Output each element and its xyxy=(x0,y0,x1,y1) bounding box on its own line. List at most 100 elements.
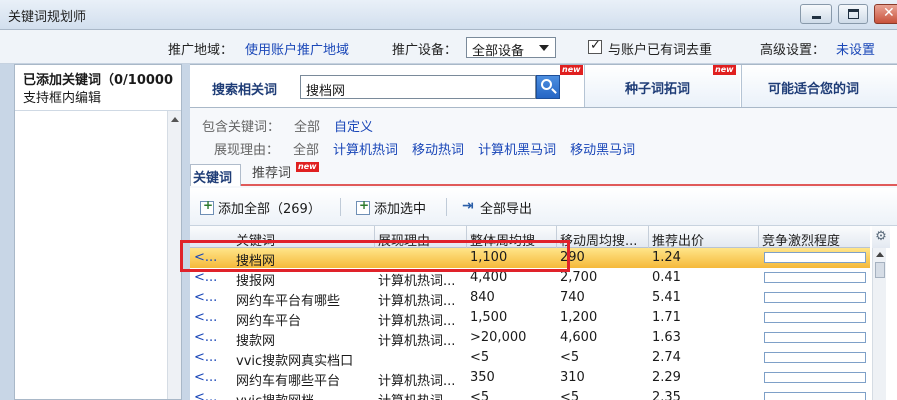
total-weekly-cell: 840 xyxy=(470,290,495,305)
device-select[interactable]: 全部设备 xyxy=(466,37,556,59)
keyword-cell: 网约车平台 xyxy=(236,314,302,329)
search-button[interactable] xyxy=(536,75,560,99)
column-divider[interactable] xyxy=(648,226,649,248)
table-scrollbar[interactable] xyxy=(872,248,886,400)
reason-pc-hot[interactable]: 计算机热词 xyxy=(333,143,398,158)
scroll-up-icon[interactable] xyxy=(171,117,179,122)
col-suggested-bid[interactable]: 推荐出价 xyxy=(652,230,704,249)
left-scrollbar[interactable] xyxy=(167,111,181,399)
add-back-link[interactable]: <... xyxy=(194,270,228,285)
tab-search-related[interactable]: 搜索相关词 xyxy=(212,79,277,98)
table-row[interactable]: <... 搜款网 计算机热词... >20,000 4,600 1.63 xyxy=(190,328,870,349)
col-keyword[interactable]: 关键词 xyxy=(236,230,275,249)
table-row[interactable]: <... 搜档网 1,100 290 1.24 xyxy=(190,248,870,269)
maximize-button[interactable] xyxy=(838,4,868,24)
region-link[interactable]: 使用账户推广地域 xyxy=(245,39,349,58)
search-row: 搜索相关词 搜档网 new 种子词拓词 new 可能适合您的词 xyxy=(190,64,897,108)
added-keywords-header: 已添加关键词（0/10000 xyxy=(23,73,174,88)
scroll-thumb[interactable] xyxy=(875,262,885,278)
add-back-link[interactable]: <... xyxy=(194,250,228,265)
mobile-weekly-cell: 1,200 xyxy=(560,310,598,325)
added-keywords-hint: 支持框内编辑 xyxy=(23,91,102,106)
total-weekly-cell: <5 xyxy=(470,350,490,365)
include-custom[interactable]: 自定义 xyxy=(334,120,373,135)
add-back-link[interactable]: <... xyxy=(194,290,228,305)
tab-recommended[interactable]: 推荐词 xyxy=(252,162,291,181)
column-divider[interactable] xyxy=(758,226,759,248)
competition-bar xyxy=(764,332,866,343)
competition-bar xyxy=(764,252,866,263)
add-back-link[interactable]: <... xyxy=(194,390,228,400)
keyword-cell: vvic搜款网档 xyxy=(236,390,374,400)
chevron-down-icon xyxy=(539,45,549,51)
close-icon: ✕ xyxy=(883,5,895,21)
reason-pc-darkhorse[interactable]: 计算机黑马词 xyxy=(478,143,556,158)
add-icon xyxy=(200,198,214,215)
add-back-link[interactable]: <... xyxy=(194,370,228,385)
competition-bar xyxy=(764,352,866,363)
tab-seed-expansion[interactable]: 种子词拓词 new xyxy=(584,65,740,107)
table-row[interactable]: <... vvic搜款网真实档口 <5 <5 2.74 xyxy=(190,348,870,369)
reason-cell: 计算机热词... xyxy=(378,314,456,329)
table-row[interactable]: <... 网约车平台 计算机热词... 1,500 1,200 1.71 xyxy=(190,308,870,329)
mobile-weekly-cell: 740 xyxy=(560,290,585,305)
add-selected-button[interactable]: 添加选中 xyxy=(356,198,426,217)
mobile-weekly-cell: <5 xyxy=(560,390,580,400)
panel-divider xyxy=(15,110,181,111)
suggested-bid-cell: 2.74 xyxy=(652,350,681,365)
tab-keywords-label: 关键词 xyxy=(193,171,233,186)
minimize-button[interactable] xyxy=(800,4,832,24)
col-competition[interactable]: 竞争激烈程度 xyxy=(762,230,840,249)
column-divider[interactable] xyxy=(374,226,375,248)
dedupe-label: 与账户已有词去重 xyxy=(608,43,713,58)
add-back-link[interactable]: <... xyxy=(194,350,228,365)
add-back-link[interactable]: <... xyxy=(194,310,228,325)
reason-mobile-darkhorse[interactable]: 移动黑马词 xyxy=(570,143,635,158)
column-divider[interactable] xyxy=(466,226,467,248)
add-icon xyxy=(356,198,370,215)
table-row[interactable]: <... vvic搜款网档计算机热词... <5 <5 2.35 xyxy=(190,388,870,400)
reason-filter-label: 展现理由： xyxy=(214,143,280,158)
reason-all[interactable]: 全部 xyxy=(293,143,319,158)
scroll-up-icon[interactable] xyxy=(876,252,884,257)
suggested-bid-cell: 2.35 xyxy=(652,390,681,400)
tab-keywords[interactable]: 关键词 xyxy=(190,164,241,186)
reason-cell: 计算机热词... xyxy=(378,334,456,349)
new-badge: new xyxy=(560,65,583,75)
suggested-bid-cell: 5.41 xyxy=(652,290,681,305)
col-mobile-weekly[interactable]: 移动周均搜... xyxy=(560,230,648,249)
column-divider[interactable] xyxy=(556,226,557,248)
col-reason[interactable]: 展现理由 xyxy=(378,230,430,249)
include-filter-label: 包含关键词： xyxy=(202,120,281,135)
suggested-bid-cell: 0.41 xyxy=(652,270,681,285)
advanced-label: 高级设置： xyxy=(760,43,826,58)
total-weekly-cell: >20,000 xyxy=(470,330,527,345)
add-all-button[interactable]: 添加全部（269） xyxy=(200,198,321,217)
competition-bar xyxy=(764,372,866,383)
table-row[interactable]: <... 搜报网 计算机热词... 4,400 2,700 0.41 xyxy=(190,268,870,289)
close-button[interactable]: ✕ xyxy=(874,4,897,24)
table-row[interactable]: <... 网约车平台有哪些 计算机热词... 840 740 5.41 xyxy=(190,288,870,309)
reason-filter: 展现理由： 全部 计算机热词 移动热词 计算机黑马词 移动黑马词 xyxy=(202,139,635,158)
new-badge: new xyxy=(296,162,319,172)
total-weekly-cell: 350 xyxy=(470,370,495,385)
mobile-weekly-cell: 290 xyxy=(560,250,585,265)
advanced-link[interactable]: 未设置 xyxy=(836,39,875,58)
search-input[interactable]: 搜档网 xyxy=(300,75,536,99)
export-all-button[interactable]: 全部导出 xyxy=(462,198,532,217)
reason-mobile-hot[interactable]: 移动热词 xyxy=(412,143,464,158)
toolbar-separator xyxy=(446,198,447,216)
add-back-link[interactable]: <... xyxy=(194,330,228,345)
minimize-icon xyxy=(812,16,821,19)
table-row[interactable]: <... 网约车有哪些平台 计算机热词... 350 310 2.29 xyxy=(190,368,870,389)
include-all[interactable]: 全部 xyxy=(294,120,320,135)
mobile-weekly-cell: 4,600 xyxy=(560,330,598,345)
export-all-label: 全部导出 xyxy=(480,202,533,217)
window-title: 关键词规划师 xyxy=(8,10,87,25)
col-total-weekly[interactable]: 整体周均搜 xyxy=(470,230,535,249)
tab-suggested-words[interactable]: 可能适合您的词 xyxy=(741,65,897,107)
dedupe-checkbox[interactable] xyxy=(588,38,602,54)
mobile-weekly-cell: 310 xyxy=(560,370,585,385)
gear-icon[interactable]: ⚙ xyxy=(872,226,890,248)
competition-bar xyxy=(764,312,866,323)
